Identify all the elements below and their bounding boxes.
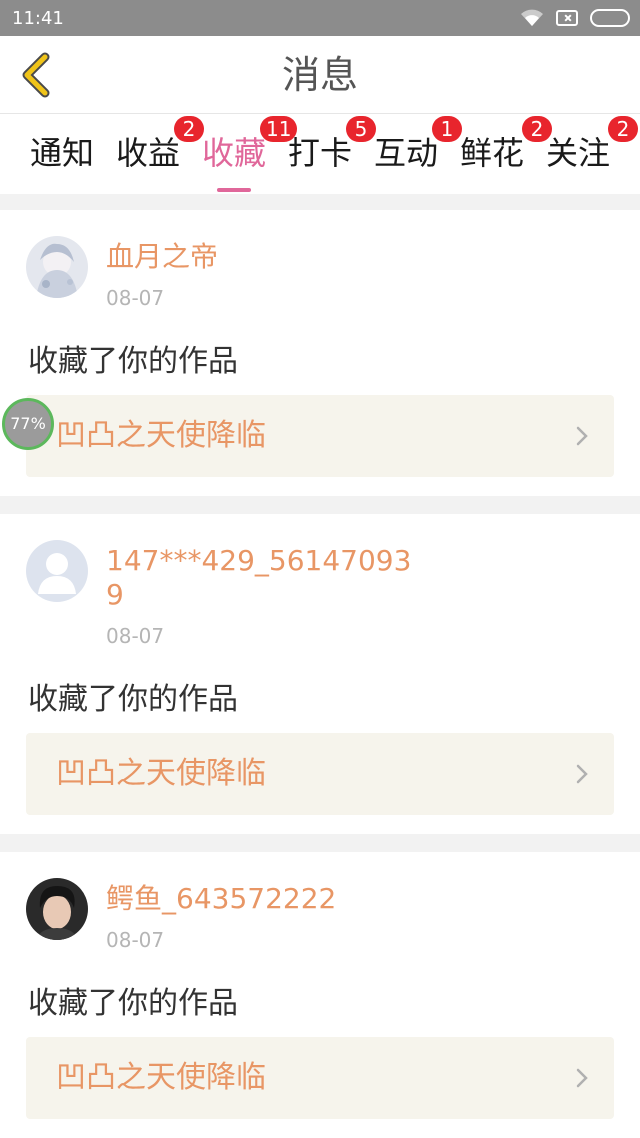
default-user-icon	[26, 540, 88, 602]
tab-interaction[interactable]: 互动 1	[370, 116, 462, 188]
message-date: 08-07	[106, 624, 165, 648]
message-card: 147***429_561470939 08-07 收藏了你的作品 凹凸之天使降…	[0, 514, 640, 834]
wifi-icon	[521, 9, 543, 26]
tab-label: 收藏	[201, 134, 266, 172]
username[interactable]: 鳄鱼_643572222	[106, 882, 416, 916]
username[interactable]: 147***429_561470939	[106, 544, 416, 612]
tab-favorites[interactable]: 收藏 11	[198, 116, 298, 192]
username[interactable]: 血月之帝	[106, 240, 416, 274]
action-text: 收藏了你的作品	[28, 344, 238, 379]
work-link[interactable]: 凹凸之天使降临	[26, 395, 614, 477]
status-time: 11:41	[12, 7, 64, 29]
chevron-right-icon	[576, 764, 588, 784]
active-tab-indicator	[217, 188, 251, 192]
tab-badge: 2	[608, 116, 638, 142]
tab-label: 收益	[115, 134, 180, 172]
work-link[interactable]: 凹凸之天使降临	[26, 733, 614, 815]
user-avatar[interactable]	[26, 878, 88, 940]
chevron-right-icon	[576, 1068, 588, 1088]
tab-label: 互动	[373, 134, 438, 172]
message-date: 08-07	[106, 928, 165, 952]
user-avatar[interactable]	[26, 236, 88, 298]
tab-notification[interactable]: 通知	[26, 128, 98, 188]
message-card: 鳄鱼_643572222 08-07 收藏了你的作品 凹凸之天使降临	[0, 852, 640, 1138]
battery-icon	[590, 9, 630, 27]
status-icons	[520, 9, 630, 27]
page-title: 消息	[281, 53, 358, 97]
action-text: 收藏了你的作品	[28, 682, 238, 717]
photo-avatar-icon	[26, 878, 88, 940]
tab-flowers[interactable]: 鲜花 2	[456, 116, 552, 188]
chevron-right-icon	[576, 426, 588, 446]
message-date: 08-07	[106, 286, 165, 310]
tab-label: 通知	[29, 134, 94, 172]
tab-label: 鲜花	[459, 134, 524, 172]
floating-progress-bubble[interactable]: 77%	[2, 398, 54, 450]
work-title: 凹凸之天使降临	[56, 418, 266, 453]
tab-label: 关注	[545, 134, 610, 172]
action-text: 收藏了你的作品	[28, 986, 238, 1021]
user-avatar[interactable]	[26, 540, 88, 602]
tab-checkin[interactable]: 打卡 5	[284, 116, 376, 188]
tab-earnings[interactable]: 收益 2	[112, 116, 204, 188]
no-sim-icon	[556, 10, 578, 26]
work-title: 凹凸之天使降临	[56, 756, 266, 791]
header: 消息	[0, 36, 640, 114]
anime-avatar-icon	[26, 236, 88, 298]
tab-follow[interactable]: 关注 2	[542, 116, 638, 188]
tab-label: 打卡	[287, 134, 352, 172]
status-bar: 11:41	[0, 0, 640, 36]
tab-bar: 通知 收益 2 收藏 11 打卡 5 互动 1 鲜花 2 关注 2	[0, 114, 640, 194]
message-card: 血月之帝 08-07 收藏了你的作品 凹凸之天使降临	[0, 210, 640, 496]
work-title: 凹凸之天使降临	[56, 1060, 266, 1095]
work-link[interactable]: 凹凸之天使降临	[26, 1037, 614, 1119]
